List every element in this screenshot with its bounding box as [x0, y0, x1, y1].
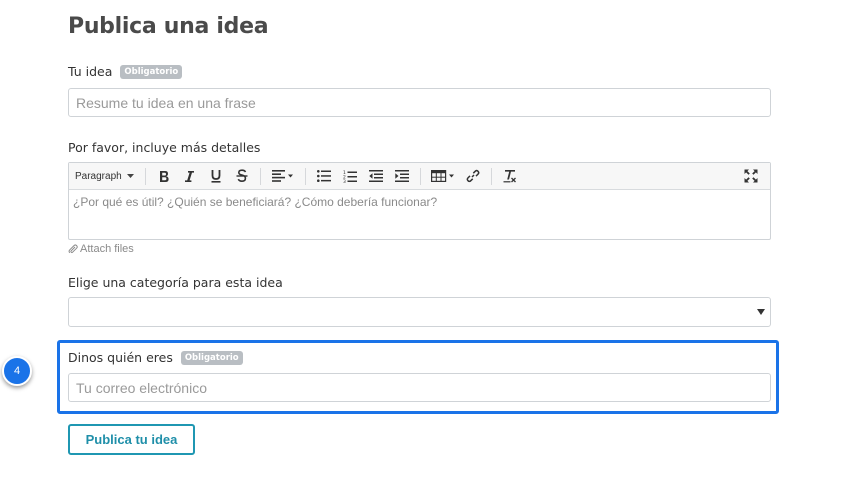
idea-summary-input[interactable] [68, 88, 771, 117]
publish-idea-button[interactable]: Publica tu idea [68, 424, 195, 455]
italic-icon [185, 170, 195, 182]
link-button[interactable] [460, 165, 486, 187]
svg-text:3: 3 [343, 178, 346, 182]
strikethrough-button[interactable] [229, 165, 255, 187]
table-dropdown[interactable] [426, 165, 460, 187]
required-badge: Obligatorio [180, 350, 243, 365]
details-label: Por favor, incluye más detalles [68, 140, 261, 155]
attach-files-label: Attach files [80, 243, 134, 255]
numbered-list-icon: 123 [343, 170, 357, 183]
indent-icon [394, 170, 409, 182]
link-icon [466, 169, 480, 183]
fullscreen-button[interactable] [742, 167, 760, 185]
table-icon [430, 170, 454, 182]
email-label: Dinos quién eres Obligatorio [68, 350, 243, 366]
category-label: Elige una categoría para esta idea [68, 275, 283, 290]
toolbar-divider [259, 167, 261, 185]
caret-down-icon [757, 309, 765, 315]
step-number-badge: 4 [2, 356, 32, 386]
details-editor-area[interactable]: ¿Por qué es útil? ¿Quién se beneficiará?… [69, 190, 770, 214]
outdent-button[interactable] [363, 165, 389, 187]
idea-label: Tu idea Obligatorio [68, 64, 183, 80]
editor-toolbar: Paragraph 123 [69, 163, 770, 190]
bold-button[interactable] [151, 165, 177, 187]
underline-icon [211, 170, 221, 183]
paragraph-format-label: Paragraph [75, 170, 122, 182]
italic-button[interactable] [177, 165, 203, 187]
email-label-text: Dinos quién eres [68, 350, 173, 365]
details-placeholder: ¿Por qué es útil? ¿Quién se beneficiará?… [73, 195, 438, 209]
underline-button[interactable] [203, 165, 229, 187]
toolbar-divider [419, 167, 421, 185]
bold-icon [159, 170, 169, 182]
paperclip-icon [68, 244, 78, 254]
clear-format-button[interactable] [497, 165, 523, 187]
strikethrough-icon [236, 169, 248, 183]
attach-files-link[interactable]: Attach files [68, 243, 134, 255]
clear-format-icon [503, 170, 516, 183]
toolbar-divider [490, 167, 492, 185]
outdent-icon [368, 170, 383, 182]
bulleted-list-icon [316, 170, 331, 182]
fullscreen-icon [744, 169, 758, 183]
category-select[interactable] [68, 297, 771, 327]
email-input[interactable] [68, 373, 771, 402]
required-badge: Obligatorio [120, 64, 183, 79]
toolbar-divider [144, 167, 146, 185]
chevron-down-icon [126, 174, 134, 178]
page-title: Publica una idea [68, 14, 269, 39]
idea-label-text: Tu idea [68, 64, 113, 79]
numbered-list-button[interactable]: 123 [337, 165, 363, 187]
bulleted-list-button[interactable] [311, 165, 337, 187]
rich-text-editor: Paragraph 123 ¿Por qué es útil? ¿Quién s… [68, 162, 771, 240]
paragraph-format-dropdown[interactable]: Paragraph [69, 163, 140, 189]
align-dropdown[interactable] [266, 165, 300, 187]
indent-button[interactable] [389, 165, 415, 187]
align-icon [271, 170, 293, 182]
toolbar-divider [304, 167, 306, 185]
